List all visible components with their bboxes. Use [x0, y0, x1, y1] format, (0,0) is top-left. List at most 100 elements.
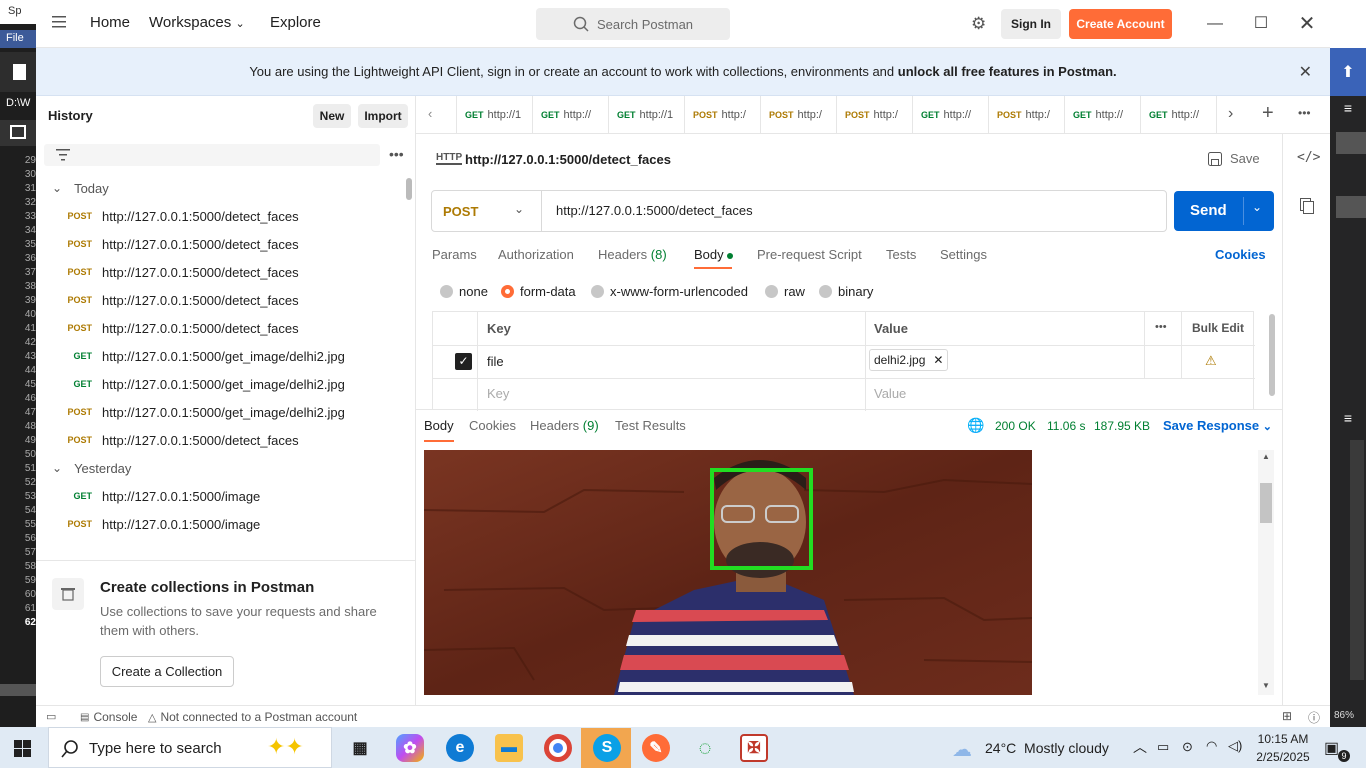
history-group-today[interactable]: ⌄ Today	[36, 174, 396, 202]
history-item[interactable]: POST http://127.0.0.1:5000/detect_faces	[36, 426, 396, 454]
new-tab-plus-icon[interactable]: +	[1262, 102, 1274, 125]
globe-icon[interactable]: 🌐	[967, 417, 984, 434]
import-button[interactable]: Import	[358, 104, 408, 128]
create-collection-button[interactable]: Create a Collection	[100, 656, 234, 687]
nav-explore[interactable]: Explore	[270, 14, 321, 31]
scroll-down-icon[interactable]: ▼	[1262, 681, 1270, 690]
weather-cloud-icon[interactable]: ☁	[952, 737, 972, 762]
history-group-yesterday[interactable]: ⌄ Yesterday	[36, 454, 396, 482]
maximize-icon[interactable]: ☐	[1249, 12, 1273, 36]
nav-home[interactable]: Home	[90, 14, 130, 31]
file-icon[interactable]	[0, 52, 36, 92]
app-icon-red[interactable]: ✠	[740, 734, 768, 762]
edge-browser-icon[interactable]: e	[446, 734, 474, 762]
bulk-edit-button[interactable]: Bulk Edit	[1192, 321, 1244, 335]
send-button[interactable]: Send ⌄	[1174, 191, 1274, 231]
response-status[interactable]: 200 OK	[995, 419, 1036, 433]
tab-pre-request-script[interactable]: Pre-request Script	[757, 247, 862, 262]
radio-urlencoded[interactable]: x-www-form-urlencoded	[591, 284, 748, 299]
response-scrollbar[interactable]: ▲ ▼	[1258, 450, 1274, 695]
volume-icon[interactable]: ◁)	[1228, 738, 1242, 754]
window-icon[interactable]	[0, 120, 36, 146]
request-tab[interactable]: GET http://	[1065, 96, 1141, 134]
request-name[interactable]: http://127.0.0.1:5000/detect_faces	[465, 152, 671, 167]
tabs-scroll-right-icon[interactable]: ›	[1228, 105, 1233, 123]
scroll-up-icon[interactable]: ▲	[1262, 452, 1270, 461]
response-tab-cookies[interactable]: Cookies	[469, 418, 516, 433]
refresh-app-icon[interactable]: ◌	[691, 734, 719, 762]
windows-start-icon[interactable]	[14, 740, 31, 760]
request-tab[interactable]: POST http:/	[837, 96, 913, 134]
history-item[interactable]: POST http://127.0.0.1:5000/get_image/delh…	[36, 398, 396, 426]
response-size[interactable]: 187.95 KB	[1094, 419, 1150, 433]
new-key-input[interactable]: Key	[487, 386, 509, 401]
clock-time[interactable]: 10:15 AM	[1255, 732, 1311, 746]
file-chip[interactable]: delhi2.jpg ✕	[869, 349, 949, 371]
url-input[interactable]: http://127.0.0.1:5000/detect_faces	[556, 203, 753, 218]
sidebar-toggle-icon[interactable]: ▭	[46, 710, 56, 723]
show-hidden-icons-chevron[interactable]: ︿	[1133, 737, 1147, 757]
request-tab[interactable]: GET http://	[533, 96, 609, 134]
new-button[interactable]: New	[313, 104, 351, 128]
minimize-icon[interactable]: —	[1203, 12, 1227, 36]
table-more-icon[interactable]: •••	[1155, 321, 1167, 333]
history-filter-input[interactable]	[44, 144, 380, 166]
battery-icon[interactable]: ▭	[1157, 739, 1169, 755]
tab-params[interactable]: Params	[432, 247, 477, 262]
request-tab[interactable]: GET http://	[1141, 96, 1217, 134]
history-item[interactable]: POST http://127.0.0.1:5000/detect_faces	[36, 230, 396, 258]
request-tab[interactable]: POST http:/	[685, 96, 761, 134]
history-item[interactable]: POST http://127.0.0.1:5000/detect_faces	[36, 286, 396, 314]
history-item[interactable]: GET http://127.0.0.1:5000/image	[36, 482, 396, 510]
method-select[interactable]: POST ⌄	[432, 191, 542, 231]
documentation-icon[interactable]	[1300, 198, 1314, 217]
history-item[interactable]: GET http://127.0.0.1:5000/get_image/delhi…	[36, 342, 396, 370]
wifi-icon[interactable]: ◠	[1206, 738, 1217, 754]
response-time[interactable]: 11.06 s	[1047, 419, 1085, 433]
horizontal-scrollbar[interactable]	[0, 684, 36, 696]
row-enabled-checkbox[interactable]: ✓	[455, 353, 472, 370]
history-item[interactable]: POST http://127.0.0.1:5000/detect_faces	[36, 258, 396, 286]
remove-file-icon[interactable]: ✕	[933, 353, 943, 367]
radio-raw[interactable]: raw	[765, 284, 805, 299]
tab-headers[interactable]: Headers (8)	[598, 247, 667, 262]
console-button[interactable]: ▤ Console	[80, 710, 137, 724]
history-item[interactable]: POST http://127.0.0.1:5000/detect_faces	[36, 202, 396, 230]
save-button[interactable]: Save	[1208, 151, 1260, 166]
send-options-chevron-icon[interactable]: ⌄	[1252, 200, 1262, 214]
postman-taskbar-icon[interactable]: ✎	[642, 734, 670, 762]
menu-icon-2[interactable]: ≡	[1330, 406, 1366, 430]
copilot-icon[interactable]: ✿	[396, 734, 424, 762]
notifications-icon[interactable]: ▣	[1324, 738, 1339, 758]
cookies-link[interactable]: Cookies	[1215, 247, 1266, 262]
row-key[interactable]: file	[487, 354, 504, 369]
more-options-icon[interactable]: •••	[389, 146, 404, 162]
response-tab-headers[interactable]: Headers (9)	[530, 418, 599, 433]
task-view-icon[interactable]: ▦	[346, 734, 374, 762]
radio-none[interactable]: none	[440, 284, 488, 299]
radio-binary[interactable]: binary	[819, 284, 873, 299]
nav-workspaces[interactable]: Workspaces ⌄	[149, 14, 245, 31]
history-item[interactable]: POST http://127.0.0.1:5000/detect_faces	[36, 314, 396, 342]
banner-bold-text[interactable]: unlock all free features in Postman.	[898, 64, 1117, 79]
request-tab[interactable]: GET http://	[913, 96, 989, 134]
scroll-thumb[interactable]	[1260, 483, 1272, 523]
request-scrollbar[interactable]	[1269, 314, 1275, 396]
taskbar-search-input[interactable]: Type here to search ✦✦	[48, 727, 332, 768]
sign-in-button[interactable]: Sign In	[1001, 9, 1061, 39]
save-response-button[interactable]: Save Response ⌄	[1163, 418, 1272, 433]
layout-icon[interactable]: ⊞	[1282, 709, 1292, 723]
close-banner-icon[interactable]: ✕	[1299, 62, 1312, 82]
upload-icon[interactable]: ⬆	[1330, 48, 1366, 96]
file-explorer-icon[interactable]: ▬	[495, 734, 523, 762]
tab-tests[interactable]: Tests	[886, 247, 916, 262]
skype-icon[interactable]: S	[593, 734, 621, 762]
sidebar-scrollbar[interactable]	[406, 178, 412, 200]
device-icon[interactable]: ⊙	[1182, 739, 1193, 755]
history-item[interactable]: POST http://127.0.0.1:5000/image	[36, 510, 396, 538]
account-status[interactable]: △ Not connected to a Postman account	[148, 710, 357, 724]
request-tab[interactable]: GET http://1	[457, 96, 533, 134]
code-icon[interactable]: </>	[1297, 150, 1320, 165]
clock-date[interactable]: 2/25/2025	[1255, 750, 1311, 764]
tab-body[interactable]: Body	[694, 247, 734, 262]
